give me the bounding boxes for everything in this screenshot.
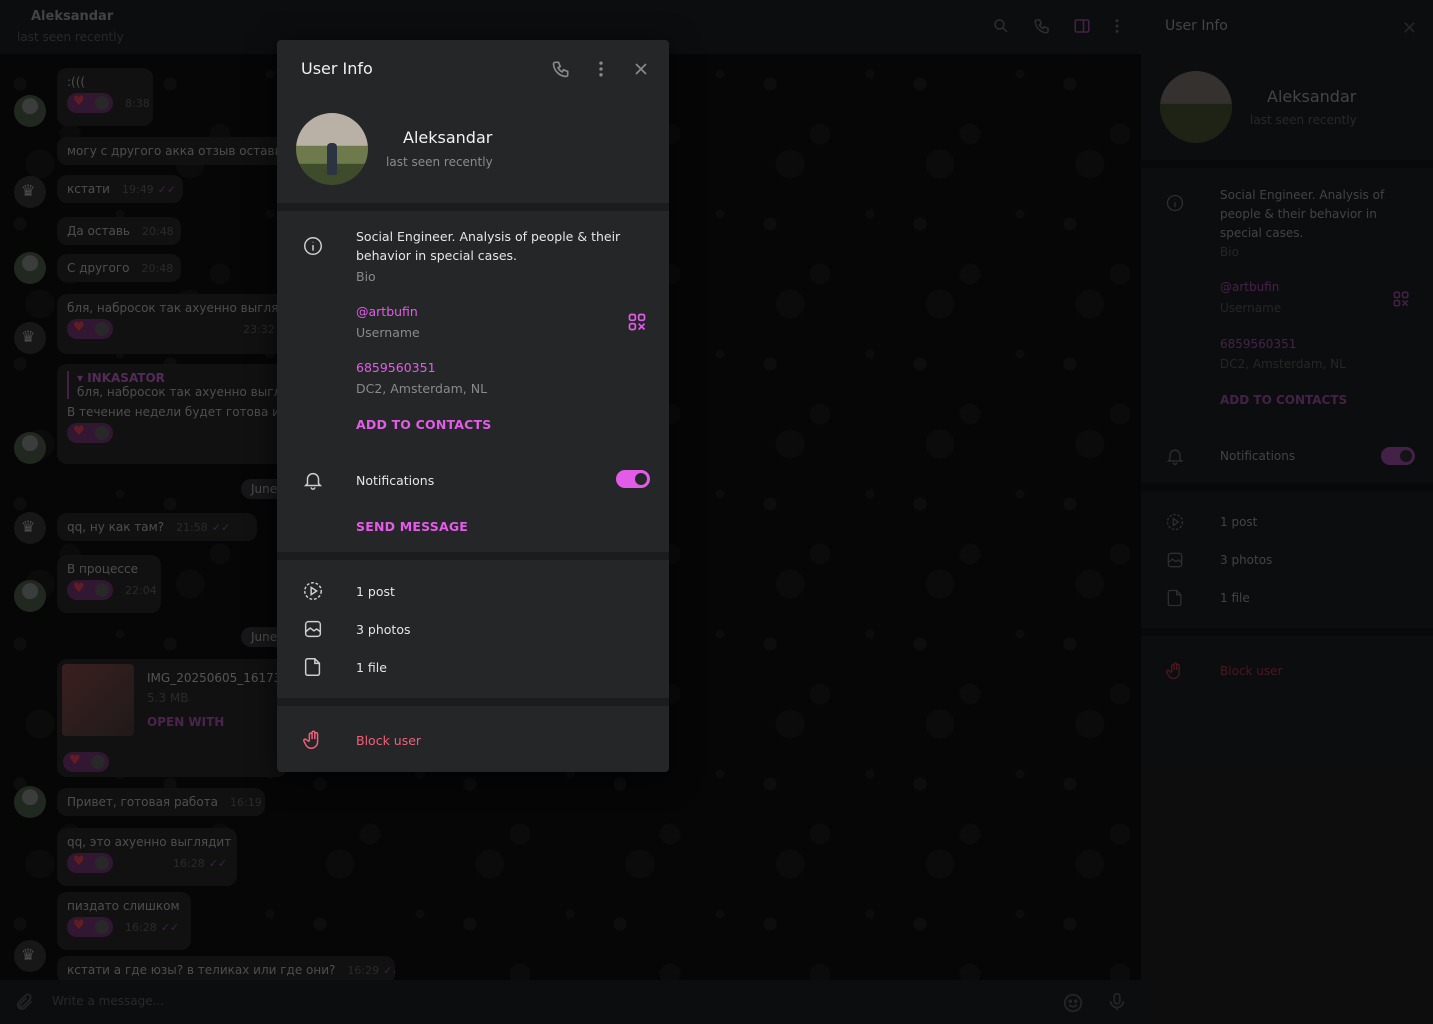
notifications-toggle[interactable] — [616, 470, 650, 488]
username-link[interactable]: @artbufin — [356, 302, 418, 321]
more-vertical-icon[interactable] — [589, 57, 613, 81]
profile-name: Aleksandar — [403, 128, 493, 147]
bio-label: Bio — [356, 269, 376, 284]
profile-avatar[interactable] — [296, 113, 368, 185]
profile-status: last seen recently — [386, 155, 493, 169]
send-message-button[interactable]: SEND MESSAGE — [356, 519, 468, 534]
modal-backdrop[interactable] — [0, 0, 1433, 1024]
datacenter-label: DC2, Amsterdam, NL — [356, 381, 488, 396]
files-row[interactable]: 1 file — [356, 658, 387, 677]
dialog-title: User Info — [301, 59, 373, 78]
add-to-contacts-button[interactable]: ADD TO CONTACTS — [356, 417, 491, 432]
username-label: Username — [356, 325, 420, 340]
close-icon[interactable] — [629, 57, 653, 81]
bio-text: Social Engineer. Analysis of people & th… — [356, 229, 621, 263]
info-icon — [301, 234, 325, 258]
hand-stop-icon — [301, 728, 325, 752]
qr-code-icon[interactable] — [627, 312, 647, 332]
photo-icon — [301, 617, 325, 641]
phone-icon[interactable] — [549, 57, 573, 81]
phone-number[interactable]: 6859560351 — [356, 358, 436, 377]
photos-row[interactable]: 3 photos — [356, 620, 411, 639]
user-info-dialog: User Info Aleksandar last seen recently … — [277, 40, 669, 772]
file-icon — [301, 655, 325, 679]
posts-row[interactable]: 1 post — [356, 582, 395, 601]
block-user-button[interactable]: Block user — [356, 731, 421, 750]
bell-icon — [301, 468, 325, 492]
notifications-label: Notifications — [356, 473, 435, 488]
post-icon — [301, 579, 325, 603]
